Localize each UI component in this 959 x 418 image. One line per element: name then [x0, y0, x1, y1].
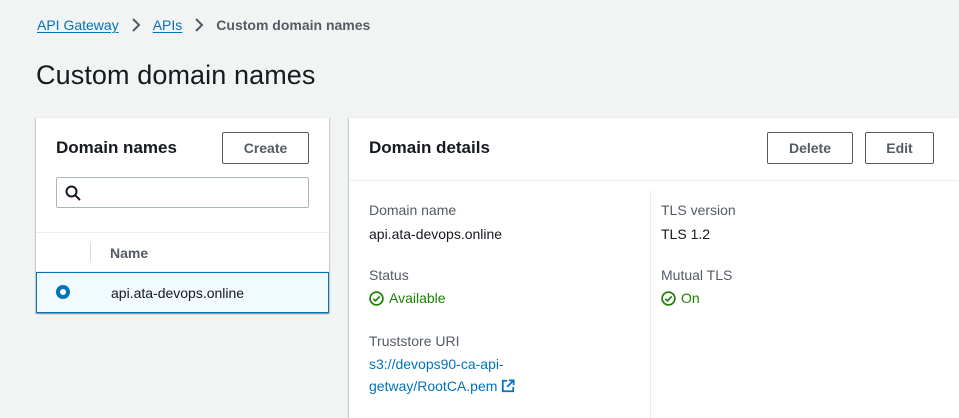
tls-version-label: TLS version: [661, 202, 736, 218]
chevron-right-icon: [194, 18, 204, 32]
column-divider: [90, 243, 91, 261]
domain-details-panel: Domain details Delete Edit Domain name a…: [349, 117, 959, 418]
breadcrumb-api-gateway[interactable]: API Gateway: [37, 17, 119, 33]
page-title: Custom domain names: [36, 60, 316, 90]
column-divider: [650, 190, 651, 418]
mutual-tls-badge: On: [661, 290, 700, 306]
truststore-uri-link[interactable]: s3://devops90-ca-api- getway/RootCA.pem: [369, 353, 515, 399]
external-link-icon[interactable]: [501, 377, 515, 399]
search-field: [56, 177, 309, 208]
column-header-name[interactable]: Name: [110, 245, 148, 261]
row-radio-selected[interactable]: [56, 285, 70, 299]
details-header: Domain details Delete Edit: [349, 118, 959, 181]
breadcrumb-apis[interactable]: APIs: [153, 17, 183, 33]
create-button[interactable]: Create: [222, 132, 309, 164]
truststore-uri-line2[interactable]: getway/RootCA.pem: [369, 378, 497, 394]
domain-names-panel: Domain names Create Name api.ata-devops.…: [36, 117, 329, 313]
domain-name-value: api.ata-devops.online: [369, 226, 503, 242]
breadcrumb-current: Custom domain names: [216, 17, 371, 33]
status-value: Available: [389, 290, 446, 306]
chevron-right-icon: [131, 18, 141, 32]
search-icon: [65, 185, 81, 201]
domain-details-title: Domain details: [369, 138, 490, 157]
status-badge: Available: [369, 290, 446, 306]
truststore-label: Truststore URI: [369, 333, 460, 349]
breadcrumb: API Gateway APIs Custom domain names: [37, 15, 370, 35]
status-label: Status: [369, 267, 409, 283]
domain-name-label: Domain name: [369, 202, 457, 218]
check-circle-icon: [369, 290, 384, 306]
table-row[interactable]: api.ata-devops.online: [36, 272, 329, 313]
row-domain-name: api.ata-devops.online: [111, 285, 245, 301]
truststore-uri-line1[interactable]: s3://devops90-ca-api-: [369, 356, 504, 372]
delete-button[interactable]: Delete: [767, 132, 853, 164]
search-input[interactable]: [81, 177, 308, 208]
check-circle-icon: [661, 290, 676, 306]
domain-names-title: Domain names: [56, 138, 177, 157]
edit-button[interactable]: Edit: [865, 132, 934, 164]
mutual-tls-label: Mutual TLS: [661, 267, 733, 283]
tls-version-value: TLS 1.2: [661, 226, 711, 242]
table-header: Name: [36, 232, 329, 272]
mutual-tls-value: On: [681, 290, 700, 306]
